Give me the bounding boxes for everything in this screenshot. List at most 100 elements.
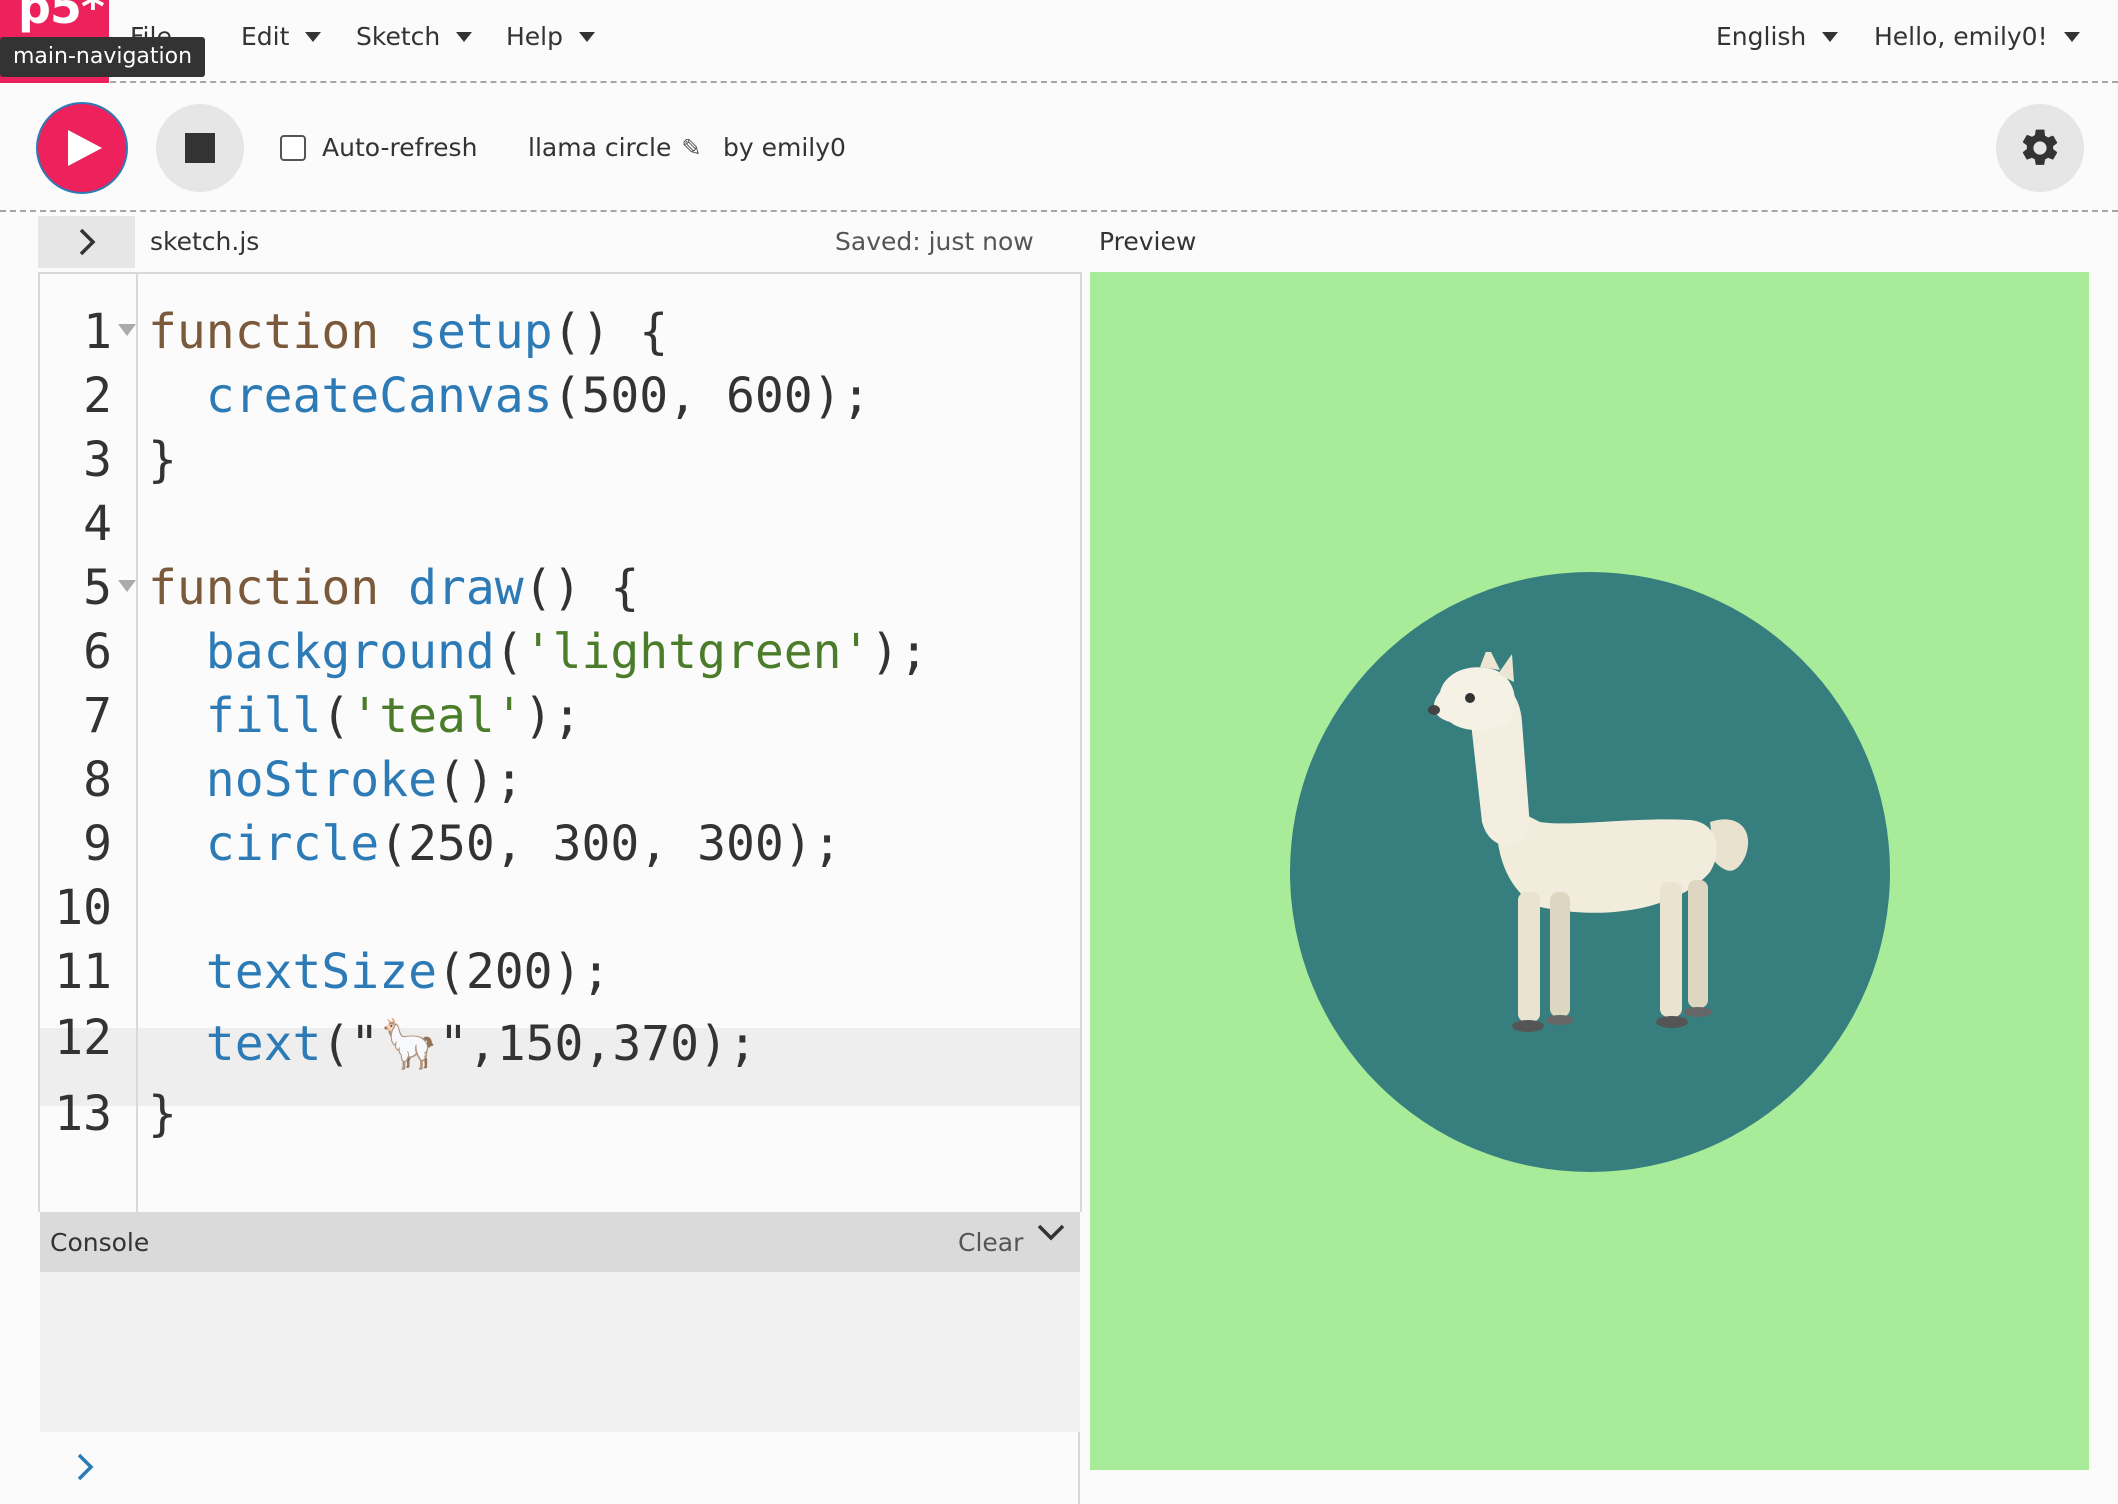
- file-tab[interactable]: sketch.js: [150, 227, 259, 256]
- sketch-preview[interactable]: [1090, 272, 2089, 1470]
- navigation-tooltip: main-navigation: [0, 37, 206, 77]
- code-token: ",150,370);: [438, 1016, 757, 1072]
- code-line: }: [148, 1082, 177, 1146]
- line-number: 13: [54, 1086, 112, 1142]
- line-number: 3: [83, 432, 112, 488]
- main-navigation: p5* File main-navigation Edit Sketch Hel…: [0, 0, 2118, 83]
- autorefresh-label: Auto-refresh: [322, 133, 478, 162]
- menu-help[interactable]: Help: [506, 22, 595, 51]
- code-function: createCanvas: [205, 368, 553, 424]
- code-token: }: [148, 432, 177, 488]
- line-number: 5: [83, 560, 112, 616]
- saved-status: Saved: just now: [835, 227, 1034, 256]
- code-line: function draw() {: [148, 556, 639, 620]
- user-menu[interactable]: Hello, emily0!: [1874, 22, 2080, 51]
- gear-icon: [2022, 129, 2058, 165]
- autorefresh-checkbox[interactable]: [280, 134, 306, 161]
- console-prompt-icon: [76, 1452, 94, 1486]
- code-line: function setup() {: [148, 300, 668, 364]
- code-line: }: [148, 428, 177, 492]
- expand-sidebar-button[interactable]: [38, 216, 135, 268]
- code-function: fill: [205, 688, 322, 744]
- caret-down-icon: [456, 31, 473, 42]
- chevron-down-icon: [1037, 1224, 1065, 1241]
- line-number: 2: [83, 368, 112, 424]
- language-menu[interactable]: English: [1716, 22, 1839, 51]
- line-number: 8: [83, 752, 112, 808]
- code-token: }: [148, 1086, 177, 1142]
- sketch-name-editor[interactable]: llama circle ✎: [528, 133, 701, 162]
- code-line: fill('teal');: [148, 684, 582, 748]
- code-token: (: [494, 624, 524, 680]
- sketch-owner: by emily0: [723, 133, 846, 162]
- collapse-console-button[interactable]: [1036, 1222, 1066, 1246]
- code-string: 'lightgreen': [523, 624, 871, 680]
- code-token: (200);: [436, 944, 611, 1000]
- play-button[interactable]: [36, 102, 128, 194]
- stop-button[interactable]: [156, 104, 244, 192]
- code-function: background: [205, 624, 495, 680]
- console-header: Console Clear: [40, 1212, 1080, 1272]
- code-line: noStroke();: [148, 748, 524, 812]
- code-function: setup: [408, 304, 553, 360]
- fold-arrow-icon[interactable]: [118, 324, 136, 336]
- autorefresh-toggle[interactable]: Auto-refresh: [280, 133, 477, 162]
- code-token: ();: [436, 752, 524, 808]
- chevron-right-icon: [79, 228, 95, 256]
- llama-icon: [1428, 652, 1749, 1032]
- code-line: textSize(200);: [148, 940, 611, 1004]
- code-function: text: [205, 1016, 322, 1072]
- code-token: 🦙: [379, 1016, 439, 1072]
- console-clear-button[interactable]: Clear: [958, 1228, 1023, 1257]
- code-line: background('lightgreen');: [148, 620, 928, 684]
- caret-down-icon: [2063, 31, 2080, 42]
- console-input[interactable]: [40, 1432, 1080, 1504]
- code-line: text("🦙",150,370);: [148, 1012, 757, 1076]
- pencil-icon[interactable]: ✎: [681, 134, 701, 162]
- toolbar: Auto-refresh llama circle ✎ by emily0: [0, 85, 2118, 212]
- stop-icon: [185, 133, 215, 163]
- menu-sketch-label: Sketch: [356, 22, 441, 51]
- code-token: () {: [523, 560, 640, 616]
- code-function: draw: [408, 560, 524, 616]
- code-keyword: function: [148, 560, 380, 616]
- settings-button[interactable]: [1996, 104, 2084, 192]
- line-number: 11: [54, 944, 112, 1000]
- menu-help-label: Help: [506, 22, 563, 51]
- menu-sketch[interactable]: Sketch: [356, 22, 473, 51]
- menu-edit-label: Edit: [241, 22, 290, 51]
- code-line: circle(250, 300, 300);: [148, 812, 842, 876]
- code-token: (: [321, 688, 351, 744]
- code-keyword: function: [148, 304, 380, 360]
- code-token: );: [523, 688, 582, 744]
- code-function: textSize: [205, 944, 437, 1000]
- code-token: (500, 600);: [552, 368, 871, 424]
- logo-text: p5*: [18, 0, 105, 34]
- menu-edit[interactable]: Edit: [241, 22, 322, 51]
- code-string: 'teal': [350, 688, 524, 744]
- caret-down-icon: [1822, 31, 1839, 42]
- code-token: () {: [552, 304, 669, 360]
- fold-arrow-icon[interactable]: [118, 580, 136, 592]
- line-number: 1: [83, 304, 112, 360]
- caret-down-icon: [579, 31, 595, 42]
- preview-label: Preview: [1099, 227, 1197, 256]
- code-token: );: [870, 624, 929, 680]
- sketch-name: llama circle: [528, 133, 672, 162]
- code-function: noStroke: [205, 752, 437, 808]
- line-number: 12: [54, 1010, 112, 1066]
- line-number: 7: [83, 688, 112, 744]
- code-line: createCanvas(500, 600);: [148, 364, 871, 428]
- console-output: [40, 1272, 1080, 1432]
- code-token: (250, 300, 300);: [379, 816, 842, 872]
- code-editor[interactable]: 1 2 3 4 5 6 7 8 9 10 11 12 13 function s…: [38, 272, 1082, 1214]
- caret-down-icon: [305, 31, 322, 42]
